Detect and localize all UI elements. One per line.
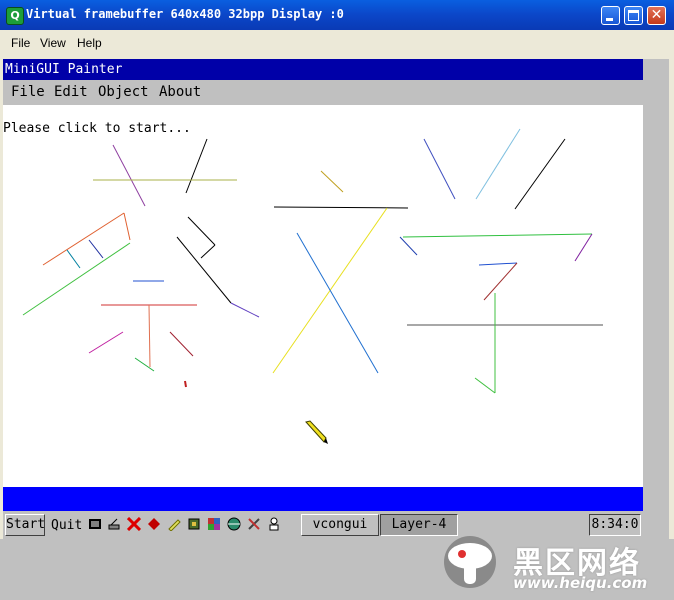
window-title: Virtual framebuffer 640x480 32bpp Displa…: [26, 7, 344, 21]
globe-icon[interactable]: [227, 517, 241, 531]
stroke: [320, 170, 344, 193]
minigui-taskbar: Start Quit vcongui Layer-4 8:34:0: [3, 511, 643, 539]
close-icon: ✕: [650, 7, 663, 23]
task-layer-4[interactable]: Layer-4: [380, 514, 458, 536]
stroke: [483, 262, 518, 301]
terminal-icon[interactable]: [88, 517, 102, 531]
stroke: [184, 380, 187, 388]
x-icon[interactable]: [127, 517, 141, 531]
taskbar-clock: 8:34:0: [589, 514, 641, 536]
stroke: [169, 331, 194, 357]
minigui-title-bar: MiniGUI Painter: [3, 59, 643, 80]
chess-icon[interactable]: [267, 517, 281, 531]
stroke: [88, 239, 104, 259]
minigui-menu-file[interactable]: File: [11, 84, 45, 100]
stroke: [574, 233, 593, 262]
tools-icon[interactable]: [247, 517, 261, 531]
menu-file[interactable]: File: [11, 36, 30, 50]
task-vcongui[interactable]: vcongui: [301, 514, 379, 536]
stroke: [42, 212, 125, 266]
stroke: [123, 212, 131, 241]
stroke: [399, 236, 418, 256]
close-button[interactable]: ✕: [647, 6, 666, 25]
stroke: [176, 236, 232, 304]
menu-help[interactable]: Help: [77, 36, 102, 50]
network-icon[interactable]: [107, 517, 121, 531]
stroke: [187, 216, 216, 246]
stroke: [230, 302, 260, 318]
watermark-logo-icon: [444, 536, 496, 588]
start-button[interactable]: Start: [5, 514, 45, 536]
stroke: [423, 138, 456, 200]
minigui-menu-edit[interactable]: Edit: [54, 84, 88, 100]
minigui-menu-object[interactable]: Object: [98, 84, 149, 100]
stroke: [185, 138, 208, 194]
cpu-icon[interactable]: [187, 517, 201, 531]
stroke: [112, 144, 146, 207]
qemu-app-icon: Q: [6, 7, 24, 25]
pencil-icon[interactable]: [167, 517, 181, 531]
window-titlebar: Q Virtual framebuffer 640x480 32bpp Disp…: [0, 0, 674, 30]
stroke: [66, 249, 81, 269]
stroke: [402, 233, 593, 238]
framebuffer-margin: [643, 59, 669, 539]
stroke: [478, 262, 518, 266]
pencil-cursor-icon: [305, 420, 328, 444]
status-bar: [3, 487, 643, 511]
maximize-button[interactable]: [624, 6, 643, 25]
stroke: [148, 304, 151, 368]
stroke: [296, 232, 379, 374]
red-gem-icon[interactable]: [147, 517, 161, 531]
stroke: [514, 138, 566, 210]
minigui-title: MiniGUI Painter: [5, 62, 123, 77]
maximize-icon: [628, 10, 639, 21]
stroke: [88, 331, 124, 354]
minigui-menu-about[interactable]: About: [159, 84, 201, 100]
minigui-menubar: File Edit Object About: [3, 80, 643, 105]
stroke: [134, 357, 155, 372]
palette-icon[interactable]: [207, 517, 221, 531]
stroke: [22, 242, 131, 316]
menu-view[interactable]: View: [40, 36, 66, 50]
stroke: [475, 128, 521, 200]
host-menubar: File View Help: [0, 31, 674, 56]
minimize-button[interactable]: [601, 6, 620, 25]
watermark-url: www.heiqu.com: [513, 574, 648, 592]
stroke: [273, 206, 409, 209]
minimize-icon: [606, 18, 613, 21]
stroke: [474, 377, 496, 394]
quit-button[interactable]: Quit: [51, 518, 82, 533]
stroke: [200, 244, 216, 259]
